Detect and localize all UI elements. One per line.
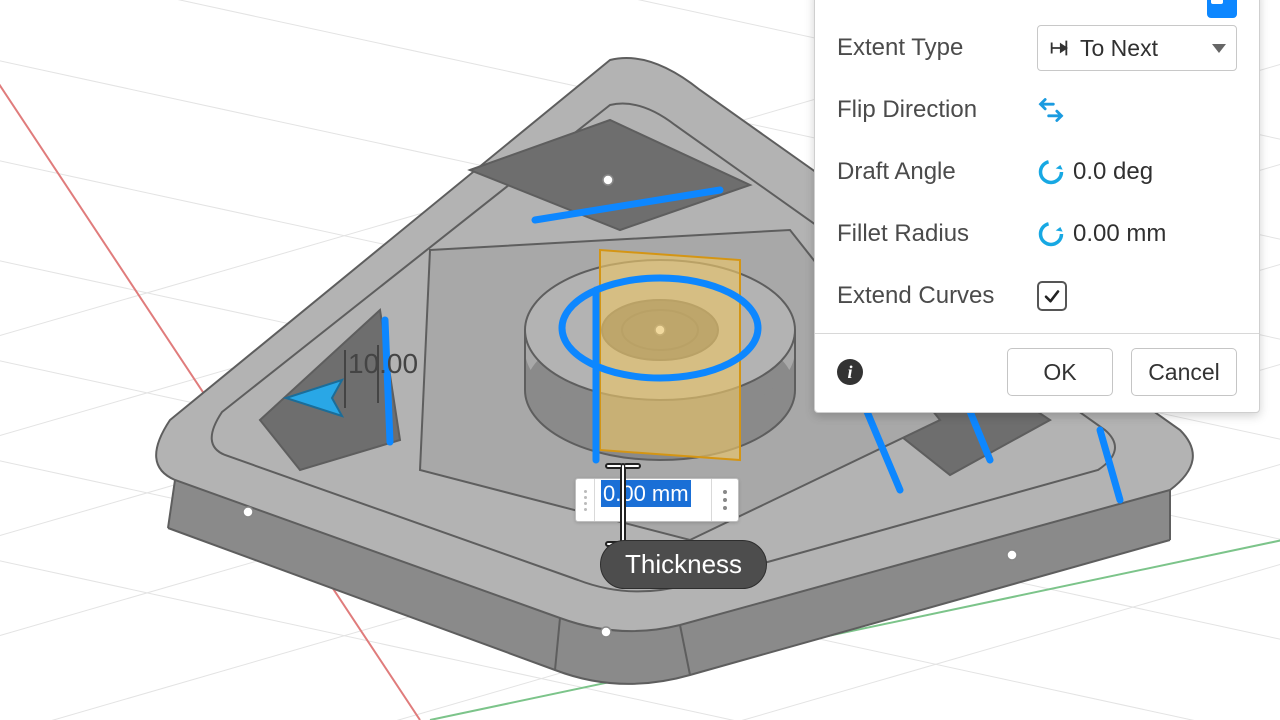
- drag-grip-icon[interactable]: [576, 479, 595, 521]
- thickness-input-container[interactable]: 0.00 mm: [575, 478, 739, 522]
- chevron-down-icon: [1212, 44, 1226, 53]
- input-menu-icon[interactable]: [711, 479, 738, 521]
- extent-type-value: To Next: [1080, 35, 1202, 62]
- fillet-radius-label: Fillet Radius: [837, 220, 1037, 248]
- draft-angle-value[interactable]: 0.0 deg: [1073, 158, 1153, 186]
- thickness-input[interactable]: 0.00 mm: [595, 481, 711, 519]
- extend-curves-checkbox[interactable]: [1037, 281, 1067, 311]
- to-next-icon: [1048, 37, 1070, 59]
- selection-toggle-icon[interactable]: [1207, 0, 1237, 18]
- thickness-tooltip: Thickness: [600, 540, 767, 589]
- cancel-button[interactable]: Cancel: [1131, 348, 1237, 396]
- flip-direction-button[interactable]: [1037, 96, 1065, 124]
- draft-angle-spinner-icon[interactable]: [1037, 158, 1065, 186]
- draft-angle-label: Draft Angle: [837, 158, 1037, 186]
- fillet-radius-spinner-icon[interactable]: [1037, 220, 1065, 248]
- extent-type-dropdown[interactable]: To Next: [1037, 25, 1237, 71]
- fillet-radius-value[interactable]: 0.00 mm: [1073, 220, 1166, 248]
- extent-type-label: Extent Type: [837, 34, 1037, 62]
- dimension-value-label: 10.00: [348, 348, 418, 380]
- info-icon[interactable]: i: [837, 359, 863, 385]
- extend-curves-label: Extend Curves: [837, 282, 1037, 310]
- feature-panel: Extent Type To Next Flip Direction Dra: [814, 0, 1260, 413]
- flip-direction-label: Flip Direction: [837, 96, 1037, 124]
- ok-button[interactable]: OK: [1007, 348, 1113, 396]
